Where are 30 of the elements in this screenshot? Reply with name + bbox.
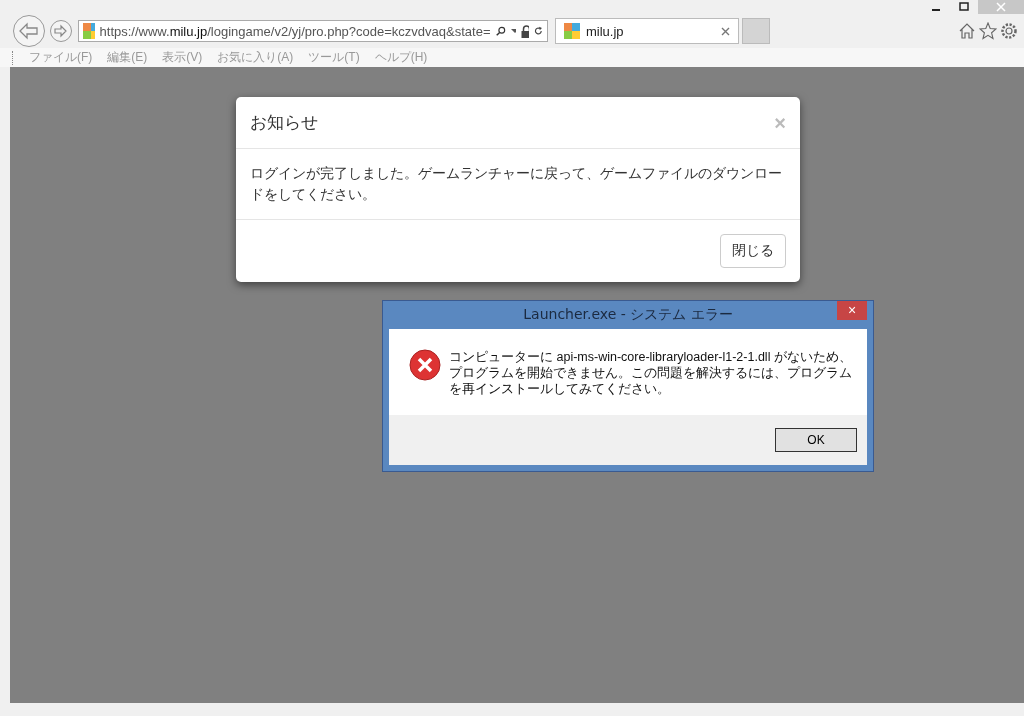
refresh-icon[interactable] xyxy=(534,25,543,37)
close-button[interactable]: × xyxy=(837,301,867,320)
site-favicon-icon xyxy=(83,23,95,39)
tab-close-icon[interactable] xyxy=(721,26,730,36)
tab-title: milu.jp xyxy=(586,23,625,39)
star-icon[interactable] xyxy=(979,22,997,40)
menu-item[interactable]: ファイル(F) xyxy=(29,49,93,66)
home-icon[interactable] xyxy=(958,22,976,40)
maximize-icon[interactable] xyxy=(959,2,969,12)
close-icon xyxy=(996,2,1006,12)
browser-tab[interactable]: milu.jp xyxy=(555,18,739,44)
close-dialog-button[interactable]: 閉じる xyxy=(720,234,786,268)
settings-icon[interactable] xyxy=(1000,22,1018,40)
menu-item[interactable]: ヘルプ(H) xyxy=(374,49,428,66)
close-button[interactable]: × xyxy=(774,112,786,133)
dialog-title: Launcher.exe - システム エラー xyxy=(523,306,733,324)
address-field[interactable]: https://www.milu.jp/logingame/v2/yj/pro.php?code=kczvdvaq&state= xyxy=(78,20,548,42)
error-icon xyxy=(409,349,441,381)
menu-item[interactable]: 表示(V) xyxy=(162,49,203,66)
lock-icon xyxy=(521,24,530,38)
caret-icon[interactable] xyxy=(510,28,517,34)
dialog-title: お知らせ xyxy=(250,112,318,134)
menu-item[interactable]: お気に入り(A) xyxy=(217,49,294,66)
dialog-message: ログインが完了しました。ゲームランチャーに戻って、ゲームファイルのダウンロードをしてください。 xyxy=(236,149,800,220)
menu-item[interactable]: ツール(T) xyxy=(308,49,360,66)
ok-button[interactable]: OK xyxy=(775,428,857,452)
error-message: コンピューターに api-ms-win-core-libraryloader-l1-2-1.dll がないため、プログラムを開始できません。この問題を解決するには、プログラムを再インストールしてみてください。 xyxy=(449,349,853,397)
search-icon[interactable] xyxy=(495,24,506,38)
menu-item[interactable]: 編集(E) xyxy=(107,49,148,66)
site-favicon-icon xyxy=(564,23,580,39)
